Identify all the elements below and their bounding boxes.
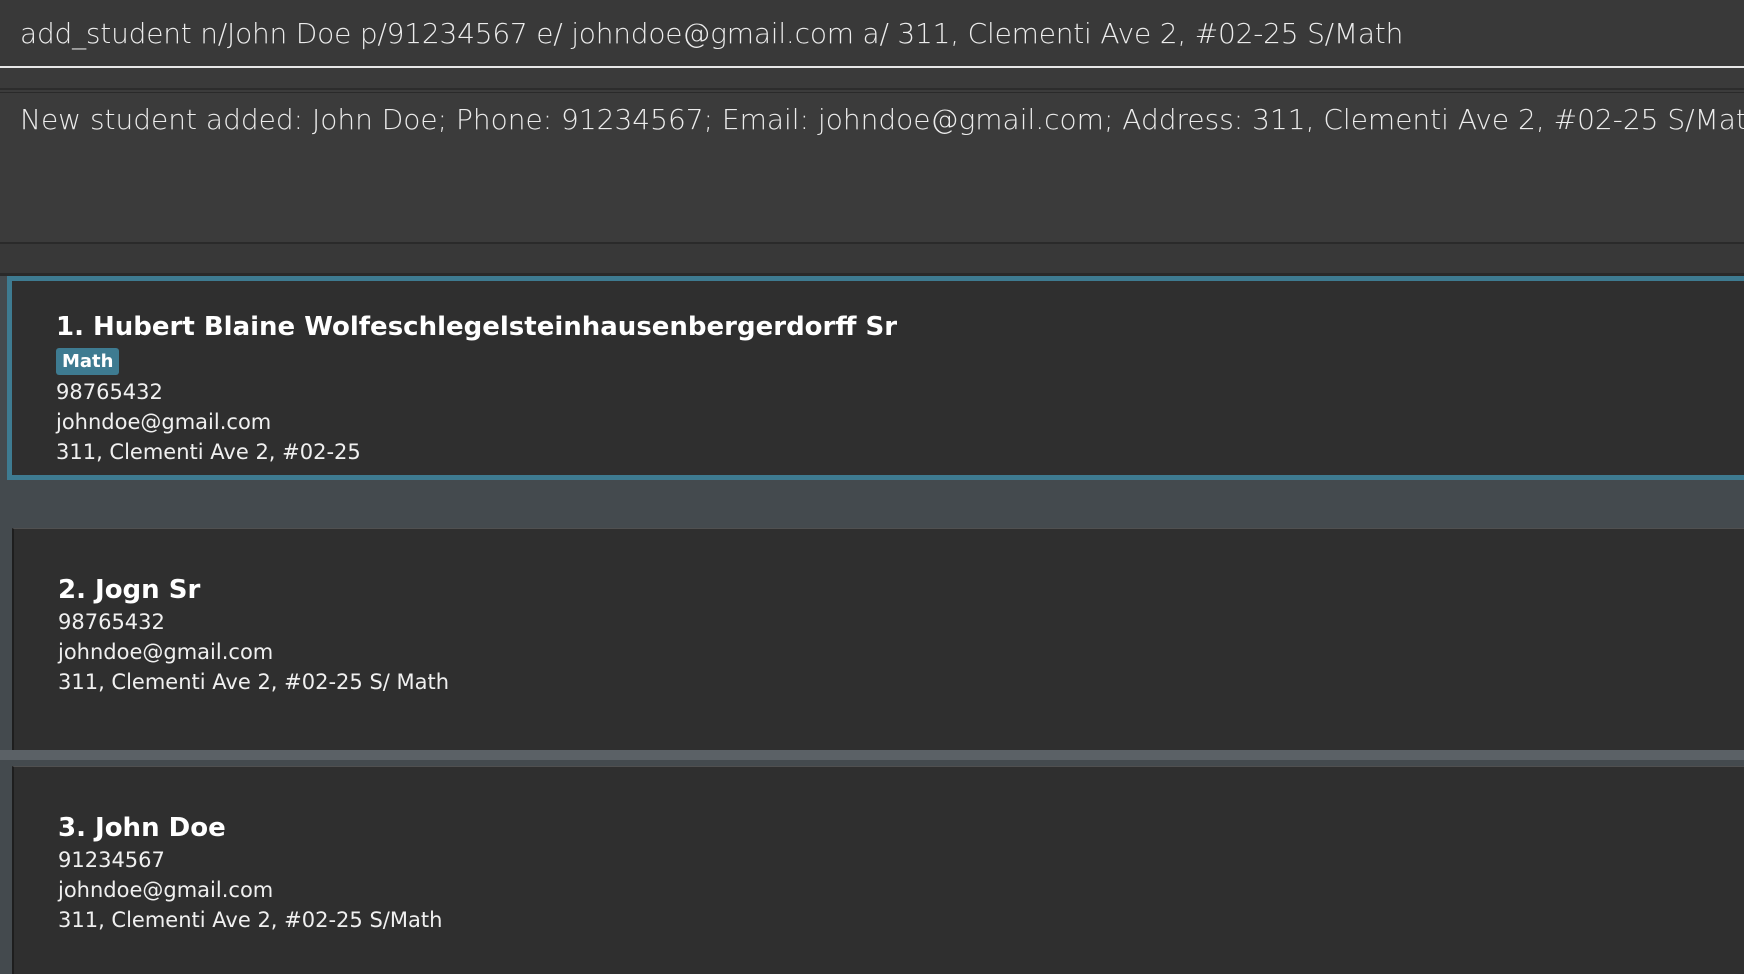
student-email: johndoe@gmail.com [56,410,272,434]
result-display: New student added: John Doe; Phone: 9123… [0,92,1744,244]
student-email: johndoe@gmail.com [58,878,274,902]
student-address: 311, Clementi Ave 2, #02-25 S/Math [58,908,443,932]
student-address: 311, Clementi Ave 2, #02-25 [56,440,361,464]
student-card[interactable]: 2. Jogn Sr 98765432 johndoe@gmail.com 31… [12,528,1744,752]
command-input[interactable] [20,16,1744,50]
student-address: 311, Clementi Ave 2, #02-25 S/ Math [58,670,450,694]
list-divider [0,750,1744,760]
app-window: New student added: John Doe; Phone: 9123… [0,0,1744,974]
student-name: 2. Jogn Sr [58,575,201,605]
student-card[interactable]: 1. Hubert Blaine Wolfeschlegelsteinhause… [7,276,1744,480]
student-email: johndoe@gmail.com [58,640,274,664]
student-card[interactable]: 3. John Doe 91234567 johndoe@gmail.com 3… [12,766,1744,974]
student-phone: 98765432 [56,380,163,404]
command-box[interactable] [0,0,1744,68]
student-list-panel[interactable]: 1. Hubert Blaine Wolfeschlegelsteinhause… [0,276,1744,974]
student-name: 3. John Doe [58,813,226,843]
student-phone: 98765432 [58,610,165,634]
student-name: 1. Hubert Blaine Wolfeschlegelsteinhause… [56,312,898,342]
separator [0,244,1744,276]
student-phone: 91234567 [58,848,165,872]
result-text: New student added: John Doe; Phone: 9123… [20,103,1744,136]
subject-tag: Math [56,348,120,375]
separator [0,70,1744,90]
